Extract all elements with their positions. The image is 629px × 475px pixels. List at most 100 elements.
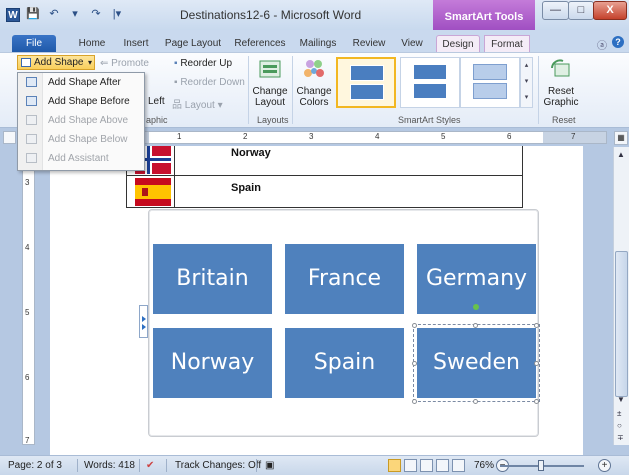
ruler-number: 1: [177, 132, 182, 141]
reset-graphic-button[interactable]: Reset Graphic: [542, 58, 580, 108]
redo-icon[interactable]: ↷: [89, 7, 103, 20]
word-count[interactable]: Words: 418: [84, 460, 135, 471]
previous-page-icon[interactable]: ±: [617, 409, 621, 418]
add-shape-label: Add Shape: [34, 57, 84, 68]
menu-item-add-shape-before[interactable]: Add Shape Before: [18, 92, 144, 111]
right-to-left-button[interactable]: Left: [148, 96, 165, 107]
rotation-handle[interactable]: [473, 304, 479, 310]
maximize-button[interactable]: □: [568, 1, 594, 20]
undo-dropdown-icon[interactable]: ▾: [68, 7, 82, 20]
tab-page-layout[interactable]: Page Layout: [160, 35, 226, 53]
add-shape-button[interactable]: Add Shape ▾: [17, 55, 95, 70]
undo-icon[interactable]: ↶: [47, 7, 61, 20]
quick-access-toolbar: 💾 ↶ ▾ ↷ |▾: [26, 7, 124, 20]
status-divider: [139, 459, 140, 472]
scroll-down-icon[interactable]: ▼: [617, 395, 625, 404]
outline-view-button[interactable]: [436, 459, 449, 472]
reorder-down-button[interactable]: ▪ Reorder Down: [174, 77, 245, 88]
minimize-ribbon-icon[interactable]: ⓐ: [597, 37, 607, 52]
print-layout-view-button[interactable]: [388, 459, 401, 472]
ruler-number: 3: [309, 132, 314, 141]
chevron-down-icon[interactable]: ▾: [88, 56, 92, 69]
zoom-in-icon[interactable]: +: [598, 459, 611, 472]
table-row: Norway: [127, 146, 522, 176]
group-divider: [248, 56, 249, 124]
full-screen-reading-button[interactable]: [404, 459, 417, 472]
next-page-icon[interactable]: ∓: [617, 433, 624, 442]
tab-file[interactable]: File: [12, 35, 56, 53]
close-button[interactable]: X: [593, 1, 627, 20]
create-graphic-group-label: aphic: [146, 115, 168, 125]
save-icon[interactable]: 💾: [26, 7, 40, 20]
word-logo-icon[interactable]: W: [6, 8, 20, 22]
ruler-number: 4: [25, 243, 30, 252]
proofing-icon[interactable]: ✔: [146, 460, 154, 471]
select-browse-object-icon[interactable]: ○: [617, 421, 622, 430]
style-preview-shape: [350, 84, 384, 100]
styles-gallery-scroll[interactable]: ▴ ▾ ▾: [520, 57, 533, 108]
resize-handle[interactable]: [534, 361, 539, 366]
scroll-up-icon[interactable]: ▲: [617, 150, 625, 159]
promote-button[interactable]: ⇐ Promote: [100, 58, 149, 69]
macro-record-icon[interactable]: ▣: [265, 460, 274, 471]
window-title: Destinations12-6 - Microsoft Word: [180, 8, 362, 22]
tab-view[interactable]: View: [394, 35, 430, 53]
tab-design[interactable]: Design: [436, 35, 480, 53]
change-colors-button[interactable]: Change Colors: [296, 58, 332, 108]
resize-handle[interactable]: [412, 361, 417, 366]
add-shape-above-icon: [26, 115, 37, 125]
tab-mailings[interactable]: Mailings: [294, 35, 342, 53]
text-pane-toggle[interactable]: [139, 305, 148, 338]
expand-arrow-icon: [142, 316, 146, 322]
menu-item-add-assistant[interactable]: Add Assistant: [18, 149, 144, 168]
smartart-style-subtle-effect[interactable]: [460, 57, 520, 108]
page-count[interactable]: Page: 2 of 3: [8, 460, 62, 471]
resize-handle[interactable]: [473, 399, 478, 404]
smartart-shape[interactable]: Spain: [285, 328, 404, 398]
minimize-button[interactable]: —: [542, 1, 569, 20]
change-layout-button[interactable]: Change Layout: [252, 58, 288, 108]
draft-view-button[interactable]: [452, 459, 465, 472]
zoom-level[interactable]: 76%: [474, 460, 494, 471]
layout-button[interactable]: 品 Layout ▾: [172, 96, 223, 111]
ruler-number: 6: [25, 373, 30, 382]
scrollbar-thumb[interactable]: [615, 251, 628, 397]
tab-format[interactable]: Format: [484, 35, 530, 53]
add-shape-before-icon: [26, 96, 37, 106]
zoom-slider-knob[interactable]: [538, 460, 544, 471]
reset-graphic-icon: [551, 59, 570, 77]
help-icon[interactable]: ?: [612, 36, 624, 48]
resize-handle[interactable]: [412, 399, 417, 404]
table-cell-country[interactable]: Spain: [231, 182, 261, 194]
smartart-style-simple-fill[interactable]: [336, 57, 396, 108]
smartart-shape[interactable]: Norway: [153, 328, 272, 398]
ruler-number: 5: [25, 308, 30, 317]
resize-handle[interactable]: [534, 399, 539, 404]
resize-handle[interactable]: [473, 323, 478, 328]
smartart-shape[interactable]: Britain: [153, 244, 272, 314]
tab-insert[interactable]: Insert: [116, 35, 156, 53]
track-changes-status[interactable]: Track Changes: Off: [175, 460, 261, 471]
smartart-shape[interactable]: France: [285, 244, 404, 314]
tab-home[interactable]: Home: [72, 35, 112, 53]
menu-item-add-shape-below[interactable]: Add Shape Below: [18, 130, 144, 149]
smartart-shape-selected[interactable]: Sweden: [413, 324, 540, 402]
menu-item-add-shape-above[interactable]: Add Shape Above: [18, 111, 144, 130]
resize-handle[interactable]: [534, 323, 539, 328]
resize-handle[interactable]: [412, 323, 417, 328]
vertical-ruler[interactable]: 3 4 5 6 7: [22, 147, 35, 445]
smartart-style-white-outline[interactable]: [400, 57, 460, 108]
destinations-table: Norway Spain: [126, 146, 523, 208]
tab-review[interactable]: Review: [348, 35, 390, 53]
web-layout-button[interactable]: [420, 459, 433, 472]
add-shape-after-icon: [26, 77, 37, 87]
tab-selector-icon[interactable]: [3, 131, 16, 144]
view-ruler-icon[interactable]: ▦: [614, 131, 628, 145]
vertical-scrollbar[interactable]: ▲ ▼ ± ○ ∓: [613, 147, 629, 445]
reorder-up-button[interactable]: ▪ Reorder Up: [174, 58, 232, 69]
style-preview-shape: [413, 64, 447, 80]
tab-references[interactable]: References: [230, 35, 290, 53]
menu-item-add-shape-after[interactable]: Add Shape After: [18, 73, 144, 92]
customize-qat-icon[interactable]: |▾: [110, 7, 124, 20]
table-cell-country[interactable]: Norway: [231, 147, 271, 159]
